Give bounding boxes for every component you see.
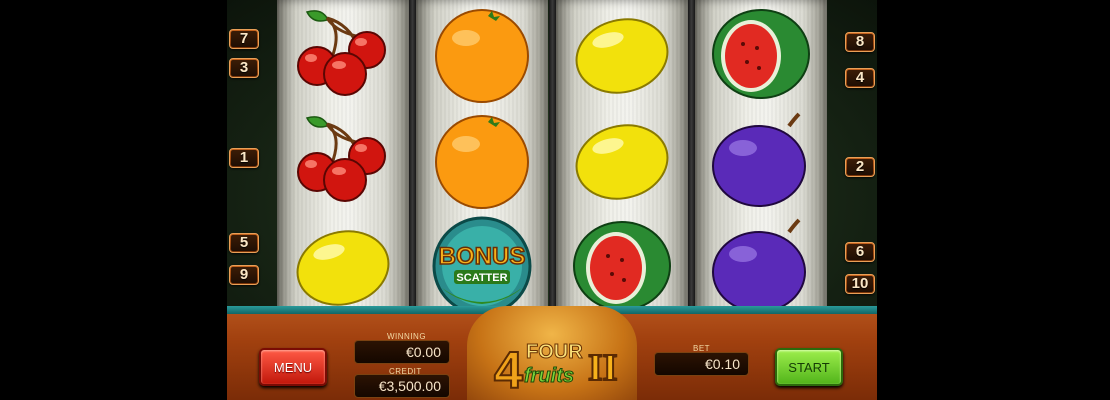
- payline-badge: 6: [845, 242, 875, 262]
- lemon-icon: [296, 230, 390, 306]
- payline-badge: 7: [229, 29, 259, 49]
- bonus-text: BONUS: [439, 243, 526, 270]
- watermelon-icon: [712, 9, 810, 99]
- logo-suffix: II: [588, 347, 618, 389]
- cherry-icon: [297, 116, 386, 202]
- payline-badge: 10: [845, 274, 875, 294]
- control-panel: MENU WINNING €0.00 CREDIT €3,500.00 4 FO…: [227, 306, 877, 400]
- lemon-symbol: [277, 212, 409, 318]
- orange-icon: [435, 9, 529, 103]
- bonus-scatter-symbol: BONUS SCATTER: [416, 212, 548, 318]
- orange-icon: [435, 115, 529, 209]
- orange-symbol: [416, 106, 548, 212]
- payline-badge: 2: [845, 157, 875, 177]
- logo-word1: FOUR: [526, 341, 583, 363]
- plum-icon: [712, 218, 806, 313]
- scatter-text: SCATTER: [456, 272, 507, 284]
- payline-badge: 9: [229, 265, 259, 285]
- winning-display: €0.00: [354, 340, 450, 364]
- payline-badge: 5: [229, 233, 259, 253]
- game-stage: 7 3 1 5 9 8 4 2 6 10 BONUS SCATTER MENU …: [227, 0, 877, 400]
- payline-badge: 8: [845, 32, 875, 52]
- reel-4: [695, 0, 827, 318]
- reel-3: [556, 0, 688, 318]
- credit-display: €3,500.00: [354, 374, 450, 398]
- start-button[interactable]: START: [775, 348, 843, 386]
- lemon-icon: [575, 18, 669, 94]
- plum-icon: [712, 112, 806, 207]
- payline-badge: 1: [229, 148, 259, 168]
- reel-separator: [549, 0, 556, 318]
- bonus-scatter-icon: BONUS SCATTER: [432, 216, 532, 316]
- lemon-icon: [575, 124, 669, 200]
- logo-word2: fruits: [524, 365, 574, 387]
- lemon-symbol: [556, 0, 688, 106]
- reel-2: BONUS SCATTER: [416, 0, 548, 318]
- cherry-symbol: [277, 106, 409, 212]
- watermelon-symbol: [695, 0, 827, 106]
- plum-symbol: [695, 106, 827, 212]
- payline-badge: 3: [229, 58, 259, 78]
- orange-symbol: [416, 0, 548, 106]
- logo-number: 4: [494, 342, 523, 400]
- plum-symbol: [695, 212, 827, 318]
- lemon-symbol: [556, 106, 688, 212]
- reel-separator: [409, 0, 416, 318]
- reel-separator: [688, 0, 695, 318]
- bet-display[interactable]: €0.10: [654, 352, 749, 376]
- menu-button[interactable]: MENU: [259, 348, 327, 386]
- watermelon-symbol: [556, 212, 688, 318]
- cherry-symbol: [277, 0, 409, 106]
- cherry-icon: [297, 10, 386, 96]
- watermelon-icon: [573, 221, 671, 311]
- game-logo: 4 FOUR fruits II: [493, 341, 619, 400]
- reel-1: [277, 0, 409, 318]
- payline-badge: 4: [845, 68, 875, 88]
